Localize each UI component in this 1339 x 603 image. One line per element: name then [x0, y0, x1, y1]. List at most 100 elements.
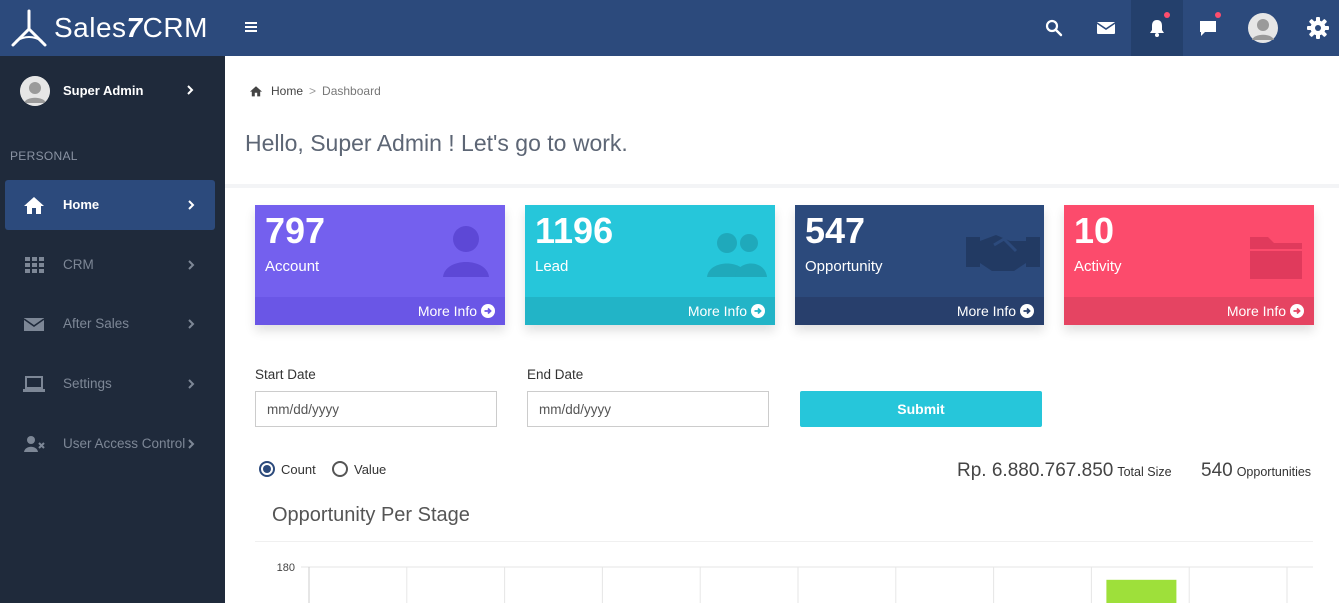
- chevron-right-icon: [188, 379, 195, 389]
- stat-label: Lead: [535, 258, 569, 275]
- end-date-label: End Date: [527, 367, 584, 382]
- notifications-button[interactable]: [1131, 0, 1183, 56]
- sidebar-item-label: CRM: [63, 257, 94, 272]
- value-radio[interactable]: Value: [332, 461, 386, 477]
- stat-label: Activity: [1074, 258, 1122, 275]
- chat-badge: [1215, 12, 1221, 18]
- breadcrumb-current: Dashboard: [322, 84, 381, 98]
- mail-icon: [1096, 22, 1116, 34]
- laptop-icon: [23, 376, 45, 392]
- stat-value: 547: [805, 210, 866, 251]
- sidebar-item-label: User Access Control: [63, 436, 186, 451]
- chat-button[interactable]: [1182, 0, 1234, 56]
- total-size-summary: Rp. 6.880.767.850 Total Size: [957, 460, 1172, 482]
- more-info-link[interactable]: More Info: [688, 303, 765, 319]
- start-date-label: Start Date: [255, 367, 316, 382]
- main-content: Home > Dashboard Hello, Super Admin ! Le…: [225, 56, 1339, 603]
- chevron-right-icon: [188, 439, 195, 449]
- stat-label: Opportunity: [805, 258, 883, 275]
- radio-unchecked-icon: [332, 461, 348, 477]
- breadcrumb-separator: >: [309, 84, 317, 98]
- sidebar-user[interactable]: Super Admin: [0, 56, 225, 126]
- grid-icon: [25, 257, 44, 273]
- end-date-input[interactable]: [527, 391, 769, 427]
- sidebar-user-name: Super Admin: [63, 83, 144, 98]
- stat-card-footer: More Info: [525, 297, 775, 325]
- users-icon: [707, 233, 767, 277]
- folder-icon: [1250, 237, 1302, 279]
- stat-card-footer: More Info: [255, 297, 505, 325]
- sidebar-item-home[interactable]: Home: [5, 180, 215, 230]
- stat-card-account[interactable]: 797 Account More Info: [255, 205, 505, 325]
- stat-card-footer: More Info: [1064, 297, 1314, 325]
- stat-label: Account: [265, 258, 320, 275]
- arrow-circle-right-icon: [481, 304, 495, 318]
- settings-button[interactable]: [1292, 0, 1339, 56]
- home-icon: [24, 197, 44, 214]
- more-info-link[interactable]: More Info: [1227, 303, 1304, 319]
- messages-button[interactable]: [1080, 0, 1132, 56]
- stat-card-activity[interactable]: 10 Activity More Info: [1064, 205, 1314, 325]
- opportunities-label: Opportunities: [1236, 465, 1312, 479]
- brand-logo-icon: [11, 9, 47, 47]
- value-radio-label: Value: [354, 461, 387, 477]
- brand[interactable]: Sales7CRM: [8, 6, 208, 50]
- sidebar-item-label: Settings: [63, 376, 112, 391]
- stat-value: 10: [1074, 210, 1115, 251]
- opportunity-per-stage-chart: 180: [277, 562, 1313, 603]
- search-button[interactable]: [1028, 0, 1080, 56]
- brand-name: Sales7CRM: [54, 12, 208, 43]
- chart-divider: [255, 541, 1313, 542]
- more-info-label: More Info: [417, 303, 477, 319]
- breadcrumb-home-link[interactable]: Home: [271, 84, 303, 98]
- chevron-right-icon: [188, 260, 195, 270]
- top-navbar: Sales7CRM: [0, 0, 1339, 56]
- total-size-label: Total Size: [1117, 465, 1172, 479]
- chevron-right-icon: [188, 319, 195, 329]
- more-info-label: More Info: [1226, 303, 1286, 319]
- stat-card-opportunity[interactable]: 547 Opportunity More Info: [795, 205, 1044, 325]
- y-tick-label: 180: [277, 562, 295, 574]
- sidebar-item-settings[interactable]: Settings: [5, 359, 215, 409]
- avatar-icon: [20, 76, 50, 106]
- arrow-circle-right-icon: [1020, 304, 1034, 318]
- count-radio[interactable]: Count: [259, 461, 316, 477]
- total-size-value: Rp. 6.880.767.850: [957, 460, 1114, 481]
- chart-bar[interactable]: [1106, 579, 1177, 603]
- breadcrumb: Home > Dashboard: [249, 84, 381, 98]
- home-icon: [250, 86, 262, 97]
- submit-button[interactable]: Submit: [800, 391, 1042, 427]
- sidebar-item-after-sales[interactable]: After Sales: [5, 299, 215, 349]
- opportunities-summary: 540 Opportunities: [1201, 460, 1311, 482]
- divider: [225, 184, 1339, 188]
- user-avatar: [1248, 13, 1278, 43]
- user-icon: [443, 226, 489, 277]
- avatar: [20, 76, 50, 106]
- mail-icon: [23, 318, 45, 331]
- stat-card-lead[interactable]: 1196 Lead More Info: [525, 205, 775, 325]
- notification-badge: [1164, 12, 1170, 18]
- sidebar-item-label: After Sales: [63, 316, 130, 331]
- more-info-link[interactable]: More Info: [957, 303, 1034, 319]
- sidebar: Super Admin PERSONAL Home CRM After Sale…: [0, 56, 225, 603]
- menu-toggle-button[interactable]: [240, 16, 262, 38]
- radio-checked-icon: [259, 461, 275, 477]
- sidebar-item-label: Home: [63, 197, 100, 212]
- opportunities-value: 540: [1201, 460, 1233, 481]
- user-menu-button[interactable]: [1237, 0, 1289, 56]
- arrow-circle-right-icon: [751, 304, 765, 318]
- handshake-icon: [966, 235, 1040, 271]
- stat-value: 797: [265, 210, 326, 251]
- chevron-right-icon: [187, 85, 194, 95]
- chat-icon: [1200, 21, 1216, 36]
- start-date-input[interactable]: [255, 391, 497, 427]
- more-info-label: More Info: [956, 303, 1016, 319]
- sidebar-item-crm[interactable]: CRM: [5, 240, 215, 290]
- more-info-link[interactable]: More Info: [418, 303, 495, 319]
- arrow-circle-right-icon: [1290, 304, 1304, 318]
- sidebar-section-label: PERSONAL: [10, 149, 78, 163]
- sidebar-item-user-access-control[interactable]: User Access Control: [5, 419, 215, 469]
- page-title: Hello, Super Admin ! Let's go to work.: [245, 130, 628, 156]
- stat-card-footer: More Info: [795, 297, 1044, 325]
- chart-title: Opportunity Per Stage: [272, 504, 470, 526]
